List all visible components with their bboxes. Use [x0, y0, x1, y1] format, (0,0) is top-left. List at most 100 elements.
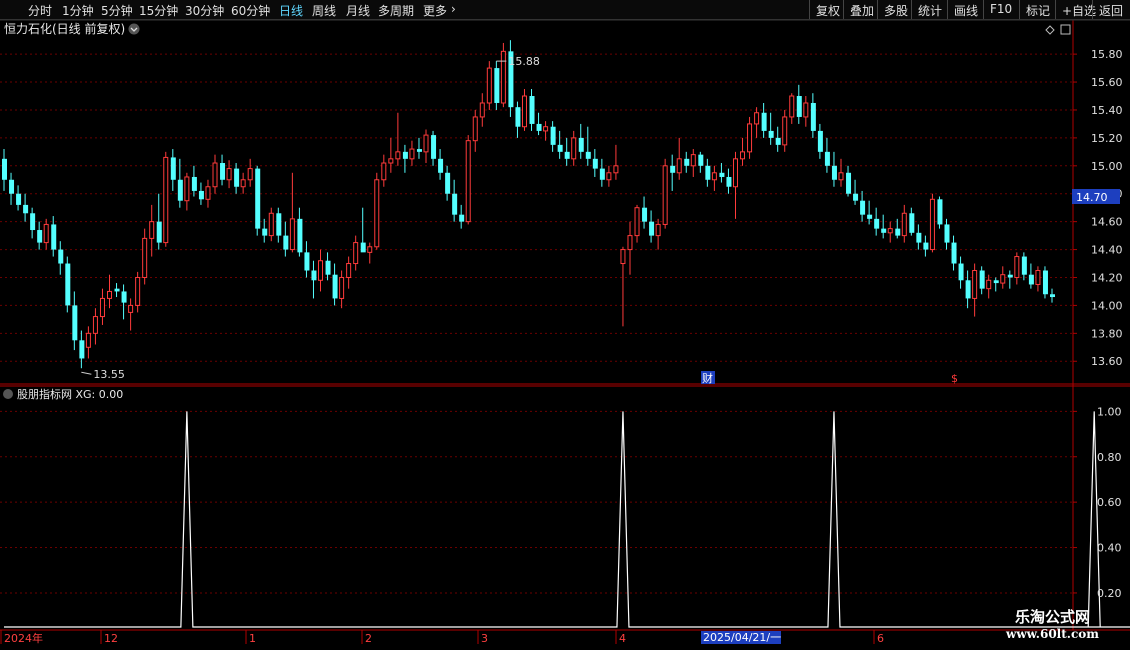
candle-body [388, 158, 394, 164]
candle-body [606, 172, 612, 181]
x-tick-label: 4 [619, 632, 626, 645]
diamond-icon[interactable] [1045, 25, 1055, 35]
candle-body [719, 172, 725, 177]
candle-body [578, 137, 584, 152]
candle-body [1028, 274, 1034, 285]
candle-body [177, 179, 183, 201]
candle-body [782, 116, 788, 146]
candle-body [937, 199, 943, 225]
candle-body [85, 332, 91, 348]
candle-body [711, 172, 717, 181]
candle-body [360, 242, 366, 253]
candle-body [1042, 270, 1048, 295]
candle-body [416, 149, 422, 152]
x-tick-label: 12 [104, 632, 118, 645]
candle-body [409, 148, 415, 160]
candle-body [867, 214, 873, 219]
candle-body [817, 130, 823, 152]
candle-body [255, 168, 261, 229]
candle-body [838, 172, 844, 181]
candle-body [613, 165, 619, 174]
candle-body [557, 144, 563, 152]
min-price-label: 13.55 [93, 368, 125, 381]
candle-body [58, 249, 64, 264]
candle-body [515, 107, 521, 127]
candle-body [726, 176, 732, 187]
indicator-tick-label: 0.40 [1097, 542, 1122, 555]
candle-body [824, 151, 830, 166]
candle-body [43, 223, 49, 244]
candle-body [705, 165, 711, 180]
candle-body [318, 260, 324, 281]
x-tick-label: 1 [249, 632, 256, 645]
candle-body [9, 179, 15, 194]
candle-body [642, 207, 648, 222]
candle-body [163, 156, 169, 244]
indicator-collapse-icon[interactable] [3, 389, 13, 399]
candle-body [494, 68, 500, 103]
candle-body [30, 213, 36, 231]
candle-body [472, 116, 478, 142]
price-tick-label: 15.80 [1091, 48, 1123, 61]
candle-body [550, 126, 556, 145]
candle-body [986, 279, 992, 290]
candle-body [831, 165, 837, 180]
candle-body [431, 135, 437, 159]
candle-body [585, 151, 591, 159]
finance-marker[interactable]: 财 [702, 371, 713, 385]
candle-body [142, 237, 148, 278]
candle-body [923, 242, 929, 250]
candle-body [993, 280, 999, 284]
candle-body [226, 168, 232, 181]
candle-body [220, 163, 226, 180]
candle-body [346, 263, 352, 278]
candle-body [72, 305, 78, 341]
main-panel-title: 恒力石化(日线 前复权) [4, 21, 125, 36]
watermark-title: 乐淘公式网 [1014, 608, 1090, 626]
candle-body [402, 151, 408, 159]
candle-body [99, 297, 105, 318]
candle-body [1014, 256, 1020, 278]
candle-body [529, 96, 535, 124]
price-tick-label: 15.60 [1091, 76, 1123, 89]
candle-body [37, 230, 43, 243]
collapse-icon[interactable] [128, 23, 140, 35]
candle-body [1000, 274, 1006, 284]
candle-body [395, 151, 401, 160]
candle-body [972, 270, 978, 299]
indicator-layer [4, 411, 1130, 628]
price-tick-label: 14.00 [1091, 299, 1123, 312]
candle-body [929, 198, 935, 251]
candle-body [135, 276, 141, 306]
dividend-marker[interactable]: $ [951, 372, 958, 385]
grid-layer [0, 19, 1130, 631]
candle-body [1021, 256, 1027, 275]
x-tick-label: 6 [877, 632, 884, 645]
chart-canvas: 15.8813.55 15.8015.6015.4015.2015.0014.8… [0, 19, 1130, 645]
indicator-tick-label: 0.20 [1097, 587, 1122, 600]
price-tick-label: 15.40 [1091, 104, 1123, 117]
candle-body [571, 137, 577, 160]
candle-body [662, 165, 668, 225]
candle-body [1035, 270, 1041, 285]
candle-body [860, 200, 866, 215]
candle-body [810, 102, 816, 131]
candle-body [262, 228, 268, 236]
candle-body [452, 193, 458, 215]
x-tick-label: 3 [481, 632, 488, 645]
candle-body [874, 218, 880, 229]
candle-body [958, 263, 964, 281]
candle-body [459, 214, 465, 222]
candle-body [881, 228, 887, 233]
candle-body [79, 340, 85, 359]
x-tick-label: 2024年 [4, 631, 43, 645]
candle-body [381, 162, 387, 181]
candle-body [979, 270, 985, 289]
candle-body [599, 168, 605, 180]
price-tick-label: 14.20 [1091, 271, 1123, 284]
candle-body [234, 168, 240, 187]
window-icon[interactable] [1060, 24, 1071, 35]
candle-body [205, 186, 211, 200]
candle-body [212, 162, 218, 188]
candle-body [479, 102, 485, 118]
